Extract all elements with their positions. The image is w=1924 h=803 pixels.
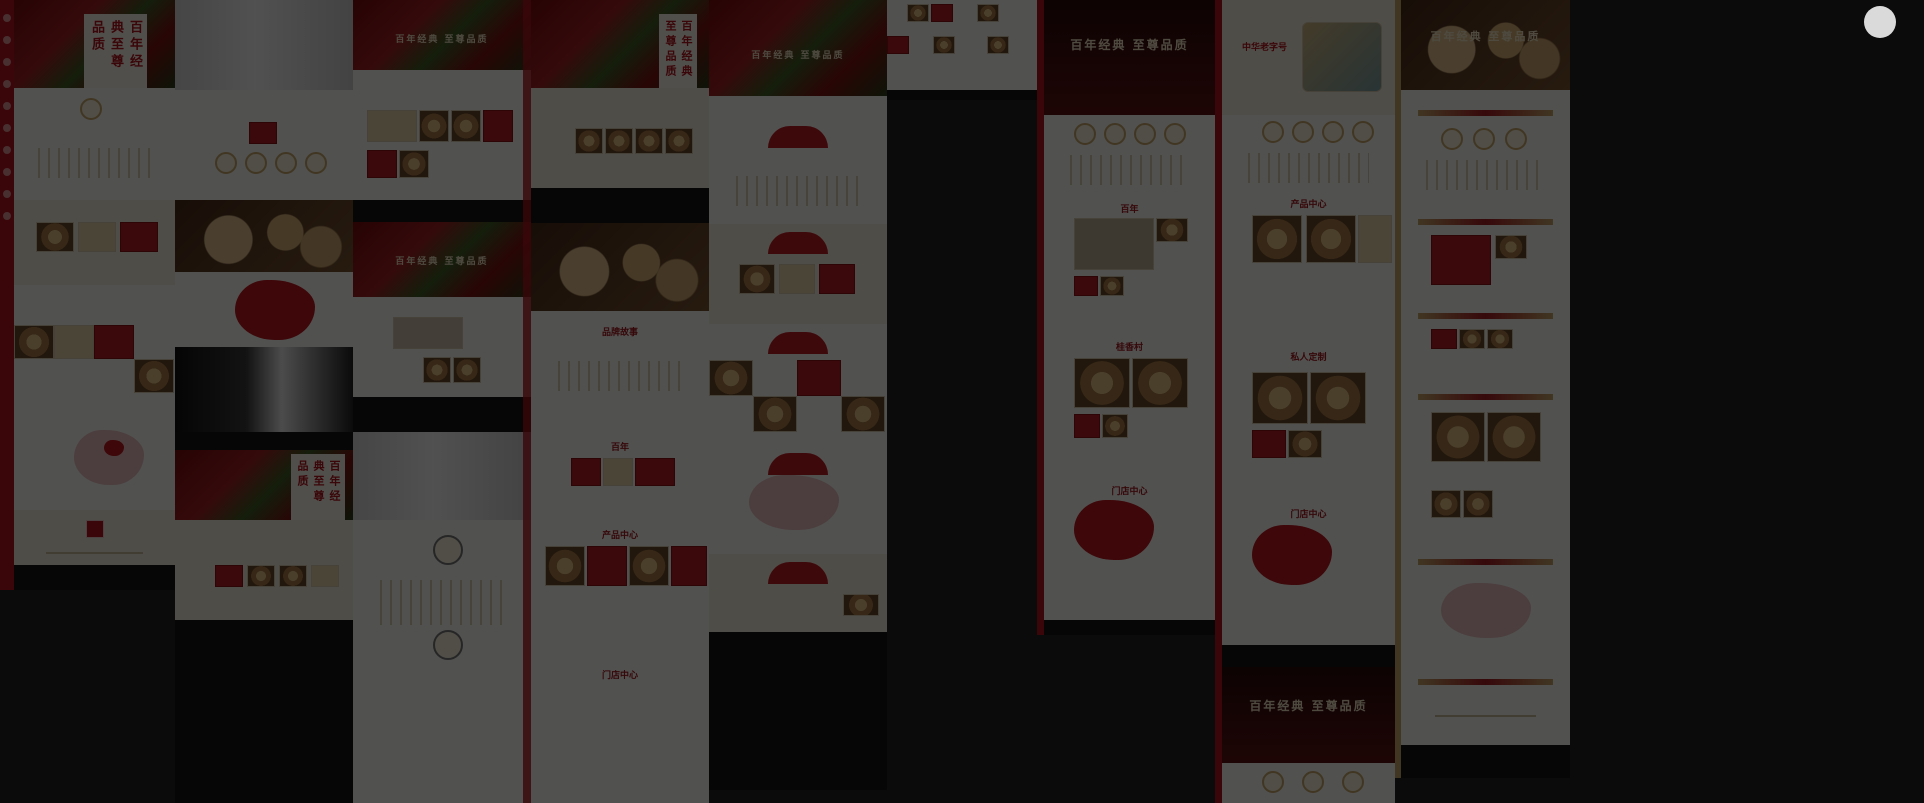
mockup-column-7: 百年经典 至尊品质 百年 桂香村 门店中心 — [1037, 0, 1215, 635]
hero-slogan-7: 百年经典 至尊品质 — [1070, 38, 1189, 52]
heritage-logo: 中华老字号 — [1242, 43, 1288, 53]
design-overview-canvas: 百年经典至尊品质 百年经典至尊品质 百年经典 至尊品质 百年经典 至尊品质 百年… — [0, 0, 1924, 803]
close-icon[interactable] — [1864, 6, 1896, 38]
section-title-history: 百年 — [610, 443, 629, 453]
mockup-column-2: 百年经典至尊品质 — [175, 0, 353, 803]
side-nav-rail[interactable] — [0, 0, 14, 590]
hero-slogan-8: 百年经典 至尊品质 — [1249, 699, 1368, 713]
section-title-stores-7: 门店中心 — [1111, 487, 1148, 497]
section-title-product-8: 产品中心 — [1290, 200, 1327, 210]
mockup-column-4: 百年经典至尊品质 品牌故事 百年 产品中心 门店中心 — [531, 0, 709, 803]
mockup-column-3: 百年经典 至尊品质 百年经典 至尊品质 — [353, 0, 531, 803]
mockup-column-6 — [887, 0, 1037, 100]
mockup-column-9: 百年经典 至尊品质 — [1395, 0, 1570, 778]
section-title-brand: 品牌故事 — [601, 328, 638, 338]
section-title-history-7: 百年 — [1120, 205, 1139, 215]
vertical-slogan-4: 百年经典至尊品质 — [659, 14, 697, 88]
section-title-stores-8: 门店中心 — [1290, 510, 1327, 520]
hero-slogan-5: 百年经典 至尊品质 — [751, 51, 845, 61]
mockup-column-5: 百年经典 至尊品质 — [709, 0, 887, 790]
vertical-slogan-2: 百年经典至尊品质 — [291, 454, 345, 520]
brand-seal-icon — [80, 98, 102, 120]
hero-slogan-3: 百年经典 至尊品质 — [395, 35, 489, 45]
section-title-stores: 门店中心 — [601, 671, 638, 681]
mockup-column-1: 百年经典至尊品质 — [0, 0, 175, 590]
vertical-slogan: 百年经典至尊品质 — [84, 14, 147, 88]
section-title-gxc: 桂香村 — [1115, 343, 1143, 353]
section-title-tailor: 私人定制 — [1290, 353, 1327, 363]
mockup-column-8: 中华老字号 产品中心 私人定制 门店中心 百年经典 至尊品质 — [1215, 0, 1395, 803]
hero-slogan-9: 百年经典 至尊品质 — [1430, 30, 1541, 43]
hero-slogan-3b: 百年经典 至尊品质 — [395, 257, 489, 267]
section-title-product: 产品中心 — [601, 531, 638, 541]
